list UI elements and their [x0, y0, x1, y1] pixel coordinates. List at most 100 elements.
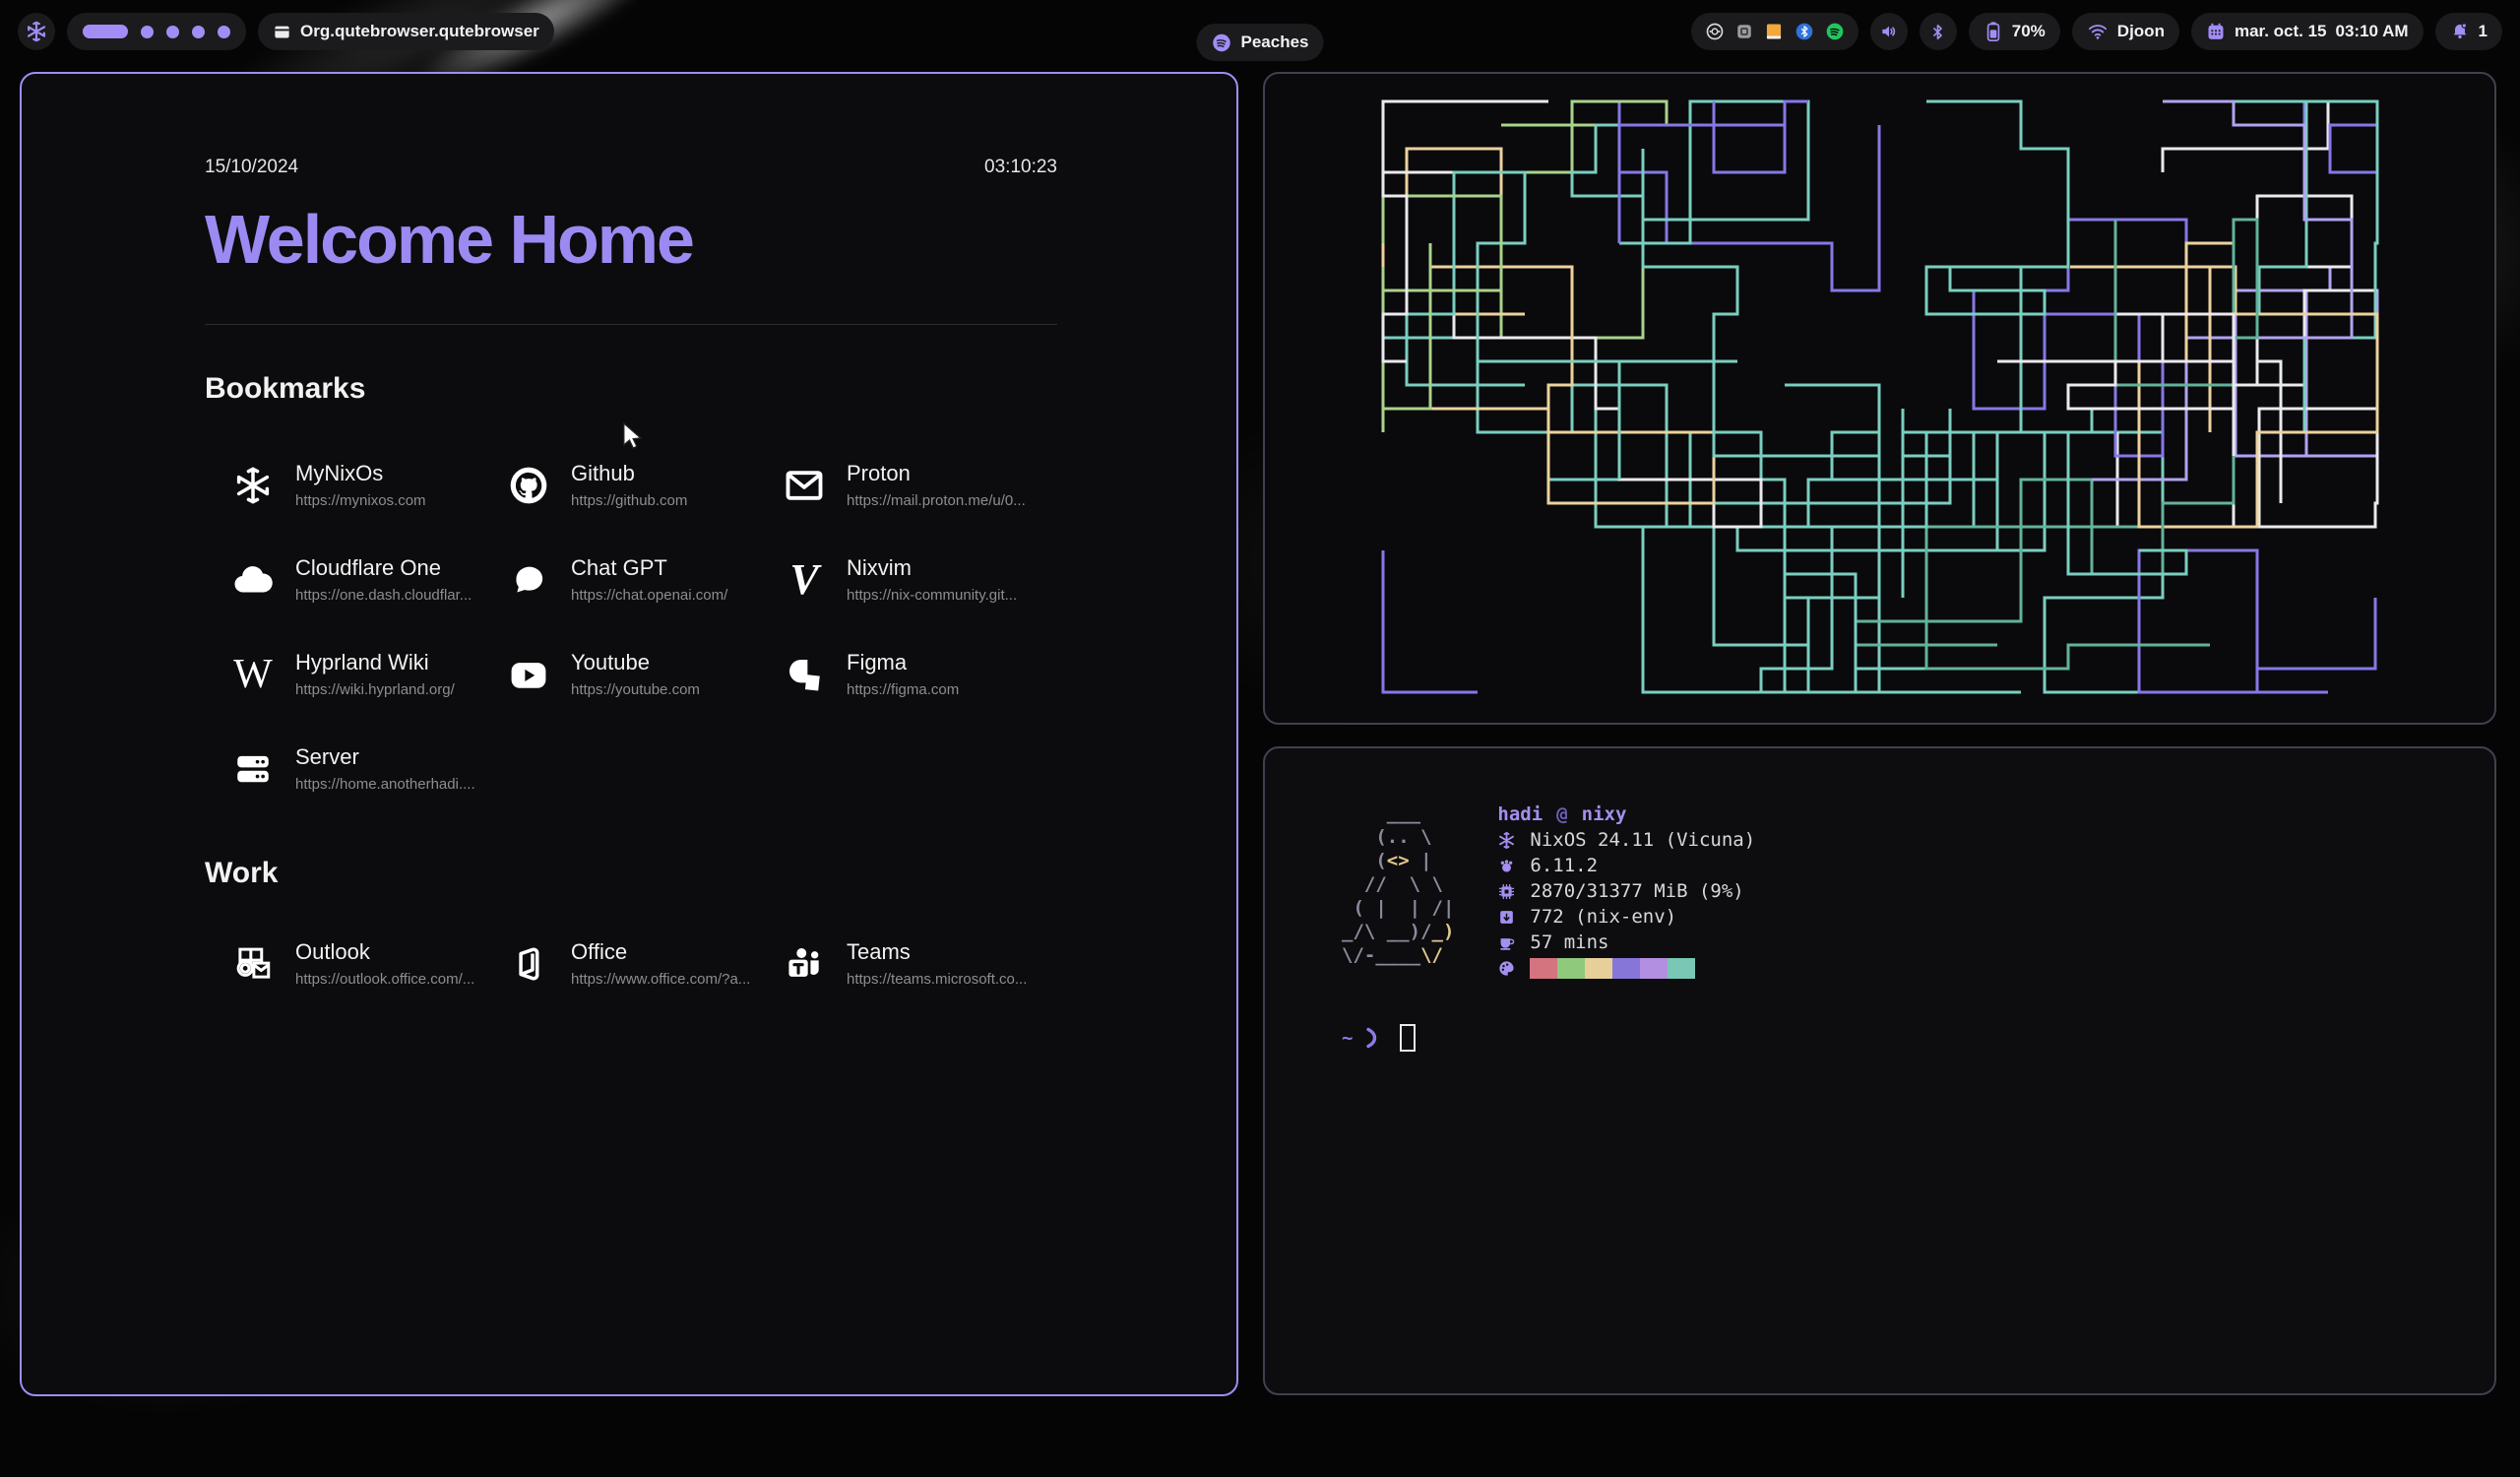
bookmark-youtube[interactable]: Youtube https://youtube.com	[506, 652, 782, 697]
bookmark-url: https://mail.proton.me/u/0...	[847, 493, 1026, 508]
speaker-icon	[1879, 22, 1899, 41]
nix-snowflake-icon	[230, 463, 276, 508]
bookmark-proton[interactable]: Proton https://mail.proton.me/u/0...	[782, 463, 1057, 508]
bookmark-url: https://youtube.com	[571, 682, 700, 697]
bookmark-office[interactable]: Office https://www.office.com/?a...	[506, 941, 782, 987]
palette-icon	[1497, 959, 1516, 978]
bookmark-github[interactable]: Github https://github.com	[506, 463, 782, 508]
fastfetch-memory-line: 2870/31377 MiB (9%)	[1497, 878, 1755, 904]
letter-v-icon: V	[782, 557, 827, 603]
workspaces[interactable]	[67, 13, 246, 50]
window-icon	[273, 23, 291, 41]
bookmark-mynixos[interactable]: MyNixOs https://mynixos.com	[230, 463, 506, 508]
network-ssid-label: Djoon	[2117, 22, 2165, 41]
bookmark-cloudflare-one[interactable]: Cloudflare One https://one.dash.cloudfla…	[230, 557, 506, 603]
workspace-dot[interactable]	[192, 26, 205, 38]
status-bar: Org.qutebrowser.qutebrowser Peaches	[0, 12, 2520, 51]
terminal-cursor	[1400, 1024, 1416, 1052]
bluetooth-module[interactable]	[1920, 13, 1957, 50]
terminal-window[interactable]: ___ (.. \ (<> | // \ \ ( | | /|_/\ __)/_…	[1263, 746, 2496, 1395]
bookmark-url: https://www.office.com/?a...	[571, 972, 750, 987]
envelope-icon	[782, 463, 827, 508]
color-swatches	[1530, 958, 1695, 979]
shell-prompt[interactable]: ~	[1342, 1024, 2455, 1052]
pipes-terminal-window[interactable]	[1263, 72, 2496, 725]
spotify-icon	[1212, 32, 1232, 53]
bookmark-name: Youtube	[571, 652, 700, 674]
figma-icon	[782, 652, 827, 697]
media-track-label: Peaches	[1241, 32, 1309, 52]
bookmark-teams[interactable]: Teams https://teams.microsoft.co...	[782, 941, 1057, 987]
bookmarks-grid: MyNixOs https://mynixos.com Github https…	[205, 463, 1057, 792]
fastfetch-user-host: hadi@nixy	[1497, 802, 1755, 827]
wikipedia-w-icon: W	[230, 652, 276, 697]
notes-tray-icon[interactable]	[1764, 22, 1784, 41]
section-heading-work: Work	[205, 857, 1057, 890]
clock-module[interactable]: mar. oct. 15 03:10 AM	[2191, 13, 2424, 50]
startpage-time: 03:10:23	[984, 157, 1057, 178]
youtube-play-icon	[506, 652, 551, 697]
uptime-cup-icon	[1497, 933, 1516, 952]
ascii-art: ___ (.. \ (<> | // \ \ ( | | /|_/\ __)/_…	[1342, 802, 1454, 967]
work-grid: Outlook https://outlook.office.com/... O…	[205, 941, 1057, 987]
battery-module[interactable]: 70%	[1969, 13, 2060, 50]
system-tray	[1691, 13, 1858, 50]
workspace-active-pill[interactable]	[83, 25, 128, 38]
kernel-paw-icon	[1497, 857, 1516, 875]
launcher-button[interactable]	[18, 13, 55, 50]
network-module[interactable]: Djoon	[2072, 13, 2179, 50]
bookmark-outlook[interactable]: Outlook https://outlook.office.com/...	[230, 941, 506, 987]
fastfetch-packages-line: 772 (nix-env)	[1497, 904, 1755, 930]
section-heading-bookmarks: Bookmarks	[205, 372, 1057, 406]
bookmark-nixvim[interactable]: V Nixvim https://nix-community.git...	[782, 557, 1057, 603]
bookmark-server[interactable]: Server https://home.anotherhadi....	[230, 746, 506, 792]
clock-time-label: 03:10 AM	[2336, 22, 2409, 41]
fastfetch-uptime-line: 57 mins	[1497, 930, 1755, 955]
cloud-icon	[230, 557, 276, 603]
package-box-icon	[1497, 908, 1516, 927]
bluetooth-tray-icon[interactable]	[1795, 22, 1814, 41]
battery-icon	[1984, 21, 2003, 42]
server-stack-icon	[230, 746, 276, 792]
teams-icon	[782, 941, 827, 987]
screen-recorder-tray-icon[interactable]	[1705, 22, 1725, 41]
bookmark-name: Github	[571, 463, 687, 484]
chat-bubble-icon	[506, 557, 551, 603]
notification-count-label: 1	[2479, 22, 2488, 41]
bookmark-url: https://wiki.hyprland.org/	[295, 682, 455, 697]
bookmark-name: Teams	[847, 941, 1027, 963]
fastfetch-kernel-line: 6.11.2	[1497, 853, 1755, 878]
active-window-title[interactable]: Org.qutebrowser.qutebrowser	[258, 13, 554, 50]
bookmark-url: https://outlook.office.com/...	[295, 972, 474, 987]
bookmark-url: https://one.dash.cloudflar...	[295, 588, 472, 603]
bookmark-name: Outlook	[295, 941, 474, 963]
bookmark-url: https://mynixos.com	[295, 493, 426, 508]
prompt-chevron-icon	[1365, 1027, 1379, 1049]
notifications-module[interactable]: 1	[2435, 13, 2502, 50]
workspace-dot[interactable]	[141, 26, 154, 38]
workspace-dot[interactable]	[166, 26, 179, 38]
startpage-title: Welcome Home	[205, 200, 1057, 279]
startpage-date: 15/10/2024	[205, 157, 298, 178]
bookmark-url: https://home.anotherhadi....	[295, 777, 475, 792]
bookmark-figma[interactable]: Figma https://figma.com	[782, 652, 1057, 697]
workspace-dot[interactable]	[218, 26, 230, 38]
media-player-module[interactable]: Peaches	[1197, 24, 1324, 61]
bookmark-name: Office	[571, 941, 750, 963]
spotify-tray-icon[interactable]	[1825, 22, 1845, 41]
mouse-cursor	[618, 421, 648, 458]
outlook-icon	[230, 941, 276, 987]
volume-module[interactable]	[1870, 13, 1908, 50]
bookmark-name: Nixvim	[847, 557, 1017, 579]
bell-icon	[2450, 22, 2470, 41]
bookmark-name: Server	[295, 746, 475, 768]
bookmark-hyprland-wiki[interactable]: W Hyprland Wiki https://wiki.hyprland.or…	[230, 652, 506, 697]
clock-date-label: mar. oct. 15	[2235, 22, 2327, 41]
calendar-icon	[2206, 22, 2226, 41]
bookmark-chatgpt[interactable]: Chat GPT https://chat.openai.com/	[506, 557, 782, 603]
bookmark-name: Chat GPT	[571, 557, 727, 579]
office-icon	[506, 941, 551, 987]
password-manager-tray-icon[interactable]	[1735, 23, 1753, 40]
bookmark-url: https://chat.openai.com/	[571, 588, 727, 603]
bluetooth-icon	[1928, 23, 1947, 41]
